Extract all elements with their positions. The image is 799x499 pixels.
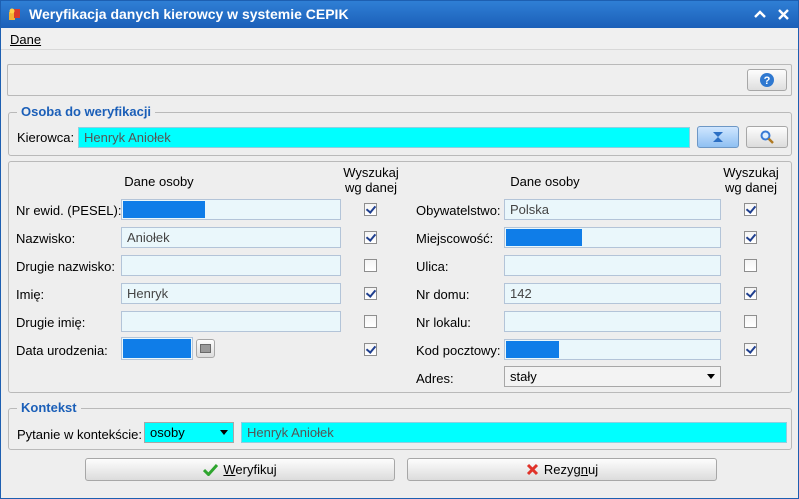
second-surname-label: Drugie nazwisko: xyxy=(16,259,115,274)
search-icon xyxy=(760,130,774,144)
verify-label: Weryfikuj xyxy=(223,462,277,477)
cancel-label: Rezygnuj xyxy=(543,462,599,477)
postal-code-label: Kod pocztowy: xyxy=(416,343,501,358)
postal-code-search-checkbox[interactable] xyxy=(744,343,757,356)
person-data-panel: Dane osoby Wyszukaj wg danej Dane osoby W… xyxy=(8,161,792,393)
menu-bar: Dane xyxy=(1,28,798,50)
pesel-label: Nr ewid. (PESEL): xyxy=(16,203,122,218)
pesel-field[interactable] xyxy=(121,199,341,220)
address-type-value: stały xyxy=(510,369,537,384)
house-number-field[interactable]: 142 xyxy=(504,283,721,304)
checkmark-icon xyxy=(203,463,219,476)
apartment-field[interactable] xyxy=(504,311,721,332)
close-icon xyxy=(777,8,789,20)
window-title: Weryfikacja danych kierowcy w systemie C… xyxy=(29,6,349,22)
birth-date-label: Data urodzenia: xyxy=(16,343,108,358)
context-value-field[interactable]: Henryk Aniołek xyxy=(241,422,787,443)
citizenship-search-checkbox[interactable] xyxy=(744,203,757,216)
chevron-up-icon xyxy=(754,10,766,18)
right-header-data: Dane osoby xyxy=(510,174,580,189)
main-window: Weryfikacja danych kierowcy w systemie C… xyxy=(0,0,799,499)
cross-icon xyxy=(526,463,538,476)
address-label: Adres: xyxy=(416,371,454,386)
driver-field[interactable]: Henryk Aniołek xyxy=(78,127,690,148)
title-bar[interactable]: Weryfikacja danych kierowcy w systemie C… xyxy=(1,1,798,28)
second-name-field[interactable] xyxy=(121,311,341,332)
second-surname-field[interactable] xyxy=(121,255,341,276)
verify-button[interactable]: Weryfikuj xyxy=(85,458,395,481)
chevron-down-icon xyxy=(707,374,715,379)
help-button[interactable]: ? xyxy=(747,69,787,91)
close-window-button[interactable] xyxy=(773,5,793,23)
apartment-label: Nr lokalu: xyxy=(416,315,471,330)
driver-label: Kierowca: xyxy=(17,130,75,145)
cancel-button[interactable]: Rezygnuj xyxy=(407,458,717,481)
masked-value xyxy=(506,341,559,358)
citizenship-label: Obywatelstwo: xyxy=(416,203,501,218)
first-name-field[interactable]: Henryk xyxy=(121,283,341,304)
context-question-label: Pytanie w kontekście: xyxy=(17,427,143,442)
birth-date-field[interactable] xyxy=(121,337,193,360)
city-field[interactable] xyxy=(504,227,721,248)
help-icon: ? xyxy=(760,73,774,87)
context-question-value: osoby xyxy=(150,425,185,440)
first-name-search-checkbox[interactable] xyxy=(364,287,377,300)
pesel-search-checkbox[interactable] xyxy=(364,203,377,216)
surname-field[interactable]: Aniołek xyxy=(121,227,341,248)
person-group-title: Osoba do weryfikacji xyxy=(17,104,156,119)
select-driver-button[interactable] xyxy=(697,126,739,148)
search-driver-button[interactable] xyxy=(746,126,788,148)
context-question-select[interactable]: osoby xyxy=(144,422,234,443)
masked-value xyxy=(123,339,191,358)
calendar-button[interactable] xyxy=(196,339,215,358)
chevron-down-icon xyxy=(220,430,228,435)
postal-code-field[interactable] xyxy=(504,339,721,360)
street-label: Ulica: xyxy=(416,259,449,274)
collapse-window-button[interactable] xyxy=(750,5,770,23)
second-name-label: Drugie imię: xyxy=(16,315,86,330)
citizenship-field[interactable]: Polska xyxy=(504,199,721,220)
house-number-search-checkbox[interactable] xyxy=(744,287,757,300)
house-number-label: Nr domu: xyxy=(416,287,470,302)
masked-value xyxy=(123,201,205,218)
street-field[interactable] xyxy=(504,255,721,276)
left-header-data: Dane osoby xyxy=(124,174,194,189)
address-type-select[interactable]: stały xyxy=(504,366,721,387)
toolbar: ? xyxy=(7,64,792,96)
birth-date-search-checkbox[interactable] xyxy=(364,343,377,356)
masked-value xyxy=(506,229,582,246)
context-group-title: Kontekst xyxy=(17,400,81,415)
surname-search-checkbox[interactable] xyxy=(364,231,377,244)
first-name-label: Imię: xyxy=(16,287,45,302)
left-header-search: Wyszukaj wg danej xyxy=(343,165,399,195)
app-icon xyxy=(8,7,22,21)
right-header-search: Wyszukaj wg danej xyxy=(723,165,779,195)
context-group: Kontekst Pytanie w kontekście: osoby Hen… xyxy=(8,400,792,450)
street-search-checkbox[interactable] xyxy=(744,259,757,272)
svg-text:?: ? xyxy=(764,75,771,87)
menu-dane[interactable]: Dane xyxy=(10,32,41,47)
second-name-search-checkbox[interactable] xyxy=(364,315,377,328)
city-label: Miejscowość: xyxy=(416,231,494,246)
city-search-checkbox[interactable] xyxy=(744,231,757,244)
second-surname-search-checkbox[interactable] xyxy=(364,259,377,272)
apartment-search-checkbox[interactable] xyxy=(744,315,757,328)
surname-label: Nazwisko: xyxy=(16,231,76,246)
person-group: Osoba do weryfikacji Kierowca: Henryk An… xyxy=(8,104,792,156)
calendar-icon xyxy=(200,344,211,353)
hourglass-icon xyxy=(713,132,723,142)
